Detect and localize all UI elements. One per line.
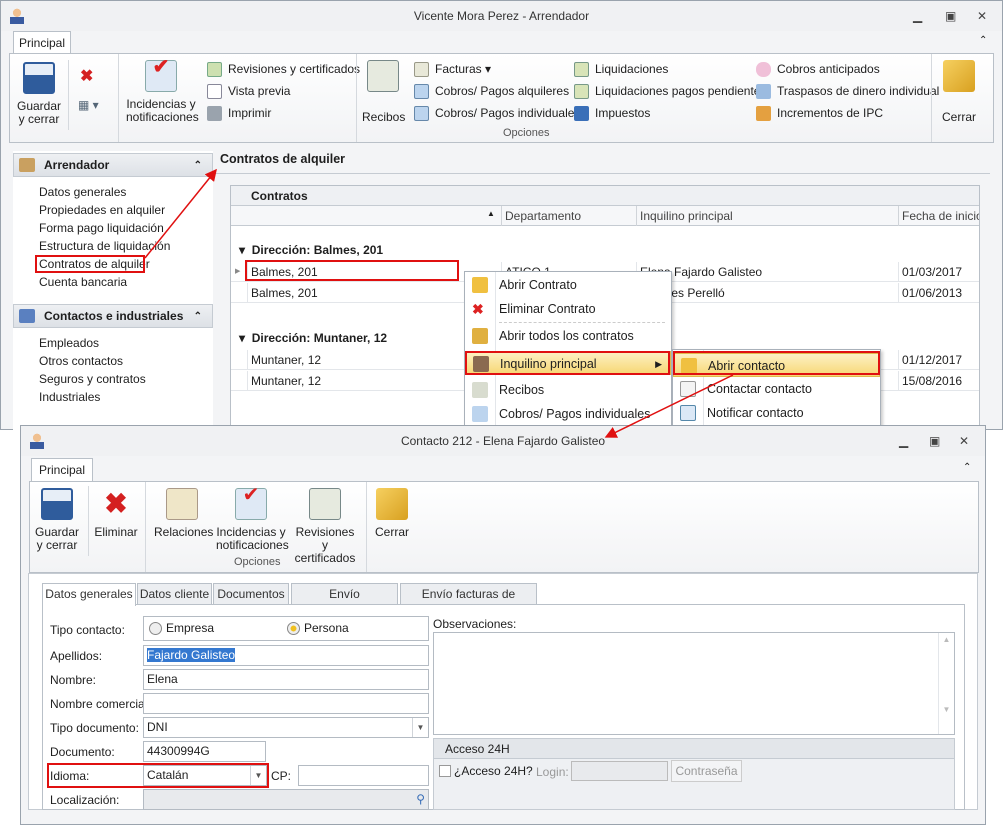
- arrow-to-contact-window: [604, 374, 734, 438]
- tab-0[interactable]: Datos generales: [42, 583, 136, 606]
- annotation-arrows: [144, 168, 734, 438]
- arrow-to-content: [144, 168, 217, 259]
